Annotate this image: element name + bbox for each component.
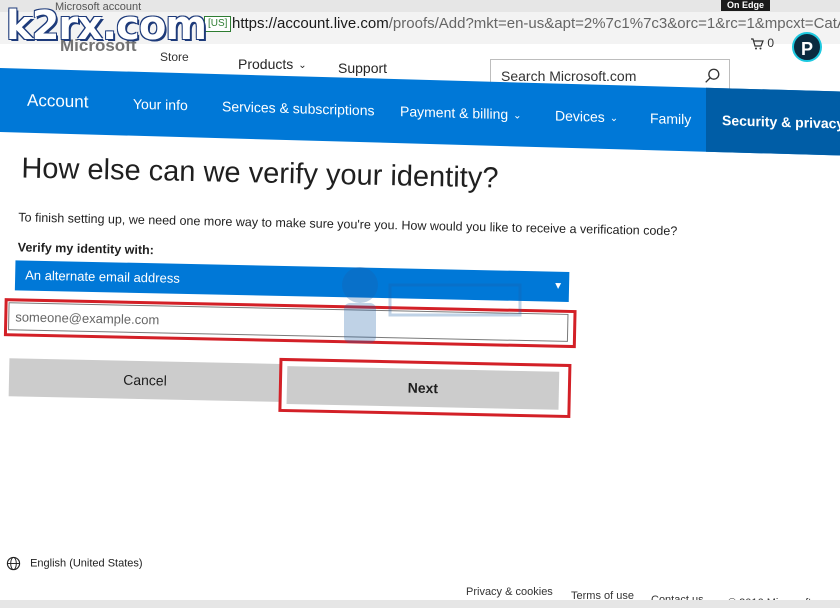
search-icon[interactable] xyxy=(703,67,721,85)
tab-payment-billing-label: Payment & billing xyxy=(400,103,509,123)
language-label: English (United States) xyxy=(30,557,143,570)
tab-devices[interactable]: Devices ⌄ xyxy=(555,108,618,126)
chevron-down-icon: ⌄ xyxy=(513,110,522,122)
watermark-text: k2rx.com xyxy=(6,3,207,49)
tab-services-subscriptions[interactable]: Services & subscriptions xyxy=(222,98,375,118)
cart-button[interactable]: 0 xyxy=(750,36,774,50)
tab-payment-billing[interactable]: Payment & billing ⌄ xyxy=(400,103,522,122)
cart-count: 0 xyxy=(767,36,775,50)
cart-icon xyxy=(751,38,764,50)
verify-method-label: Verify my identity with: xyxy=(17,240,155,258)
chevron-down-icon: ⌄ xyxy=(298,59,307,71)
tab-your-info[interactable]: Your info xyxy=(133,96,188,114)
language-selector[interactable]: English (United States) xyxy=(6,556,143,571)
edge-badge: On Edge xyxy=(720,0,770,11)
account-title[interactable]: Account xyxy=(27,91,88,113)
address-bar[interactable]: https://account.live.com/proofs/Add?mkt=… xyxy=(232,13,840,35)
appuals-watermark-logo xyxy=(342,267,522,343)
verify-method-value: An alternate email address xyxy=(25,267,180,286)
tab-security-privacy[interactable]: Security & privacy xyxy=(706,87,840,156)
tab-devices-label: Devices xyxy=(555,107,605,125)
url-path: /proofs/Add?mkt=en-us&apt=2%7c1%7c3&orc=… xyxy=(388,15,840,32)
nav-support[interactable]: Support xyxy=(338,60,387,76)
page-title: How else can we verify your identity? xyxy=(21,152,499,195)
chevron-down-icon: ⌄ xyxy=(609,112,619,125)
next-button[interactable]: Next xyxy=(286,366,560,410)
nav-products[interactable]: Products ⌄ xyxy=(238,56,307,72)
nav-products-label: Products xyxy=(238,56,294,72)
url-host: https://account.live.com xyxy=(232,15,389,32)
privacy-cookies-link[interactable]: Privacy & cookies xyxy=(466,586,553,598)
globe-icon xyxy=(6,556,21,571)
avatar[interactable]: P xyxy=(792,32,822,62)
tab-family[interactable]: Family xyxy=(650,110,691,127)
cancel-button[interactable]: Cancel xyxy=(8,358,282,402)
window-bottom-bar xyxy=(0,600,840,608)
dropdown-arrow-icon: ▼ xyxy=(553,280,564,292)
instructions-text: To finish setting up, we need one more w… xyxy=(18,210,678,239)
main-content: How else can we verify your identity? To… xyxy=(0,140,840,577)
